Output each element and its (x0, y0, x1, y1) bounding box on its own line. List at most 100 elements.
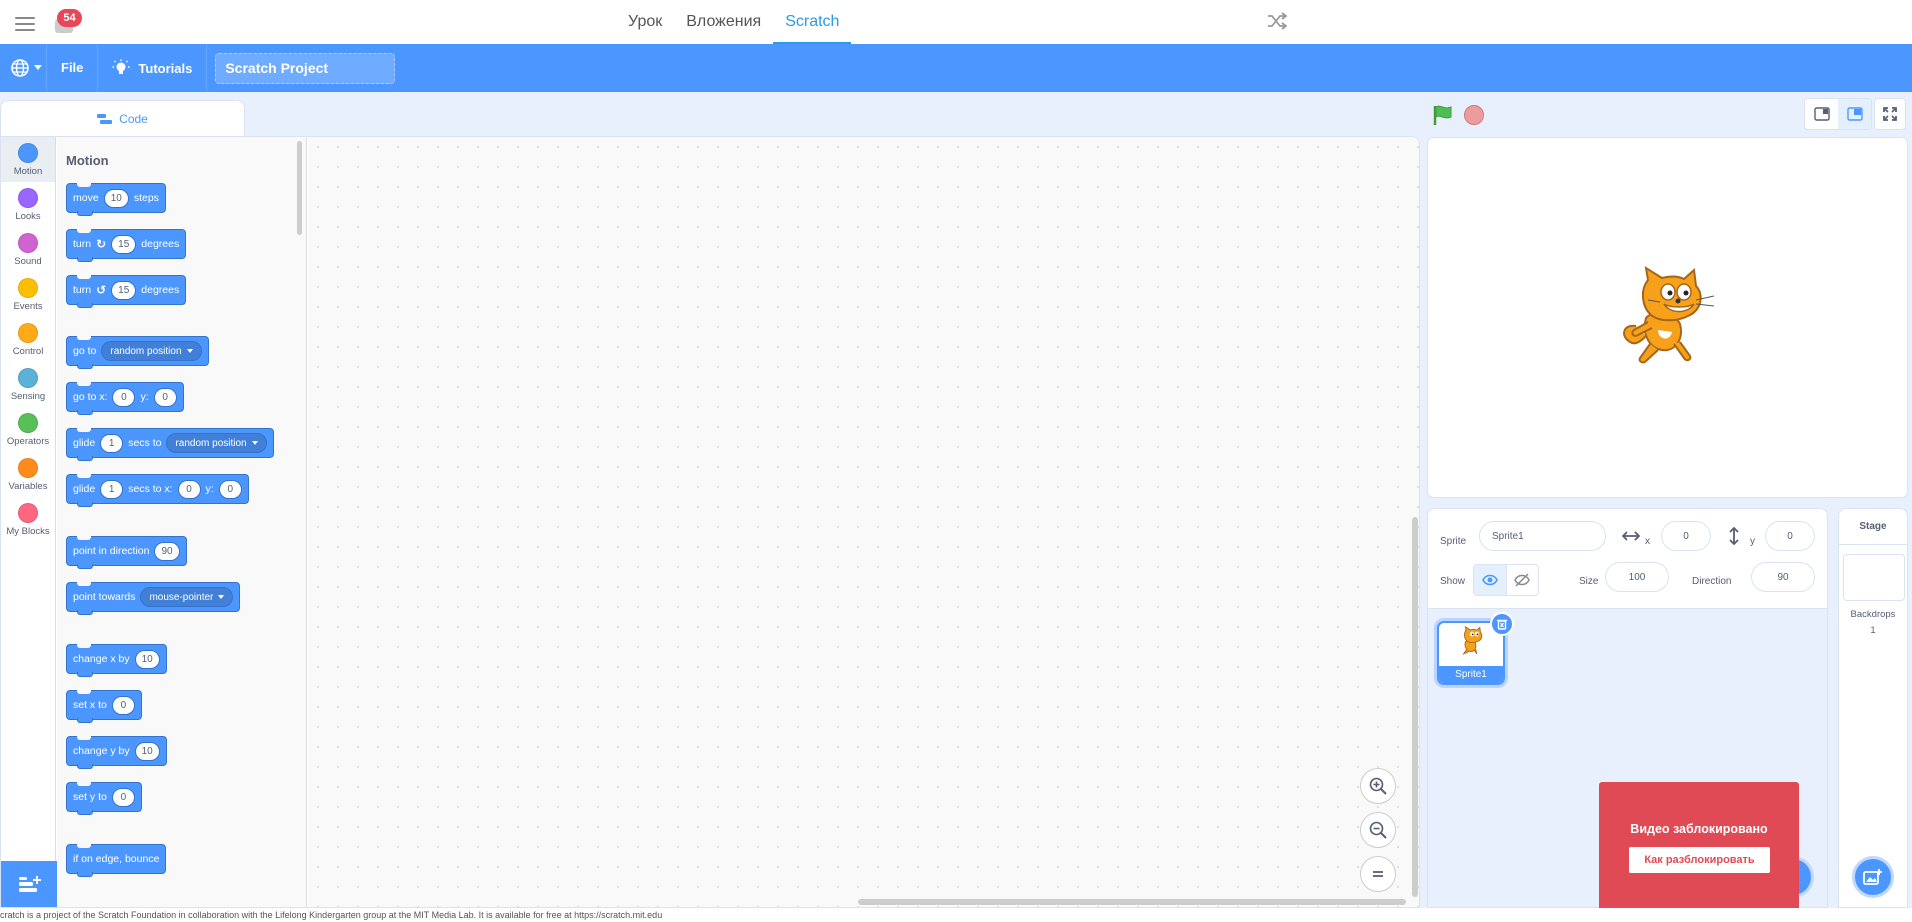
block-number-input[interactable]: 0 (111, 787, 135, 807)
stop-icon[interactable] (1464, 105, 1484, 125)
zoom-out-button[interactable] (1360, 812, 1396, 848)
category-control[interactable]: Control (1, 317, 55, 362)
chevron-down-icon (34, 65, 42, 70)
show-sprite-button[interactable] (1474, 565, 1506, 595)
block-move-steps[interactable]: move 10 steps (66, 183, 166, 216)
file-menu[interactable]: File (47, 44, 97, 92)
scratch-menubar: File Tutorials (0, 44, 1912, 92)
category-sensing[interactable]: Sensing (1, 362, 55, 407)
sprite-thumbnail-label: Sprite1 (1439, 666, 1503, 683)
add-extension-button[interactable] (1, 861, 58, 907)
block-dropdown[interactable]: random position (101, 341, 202, 361)
block-text: steps (133, 192, 159, 204)
block-number-input[interactable]: 0 (218, 479, 242, 499)
block-change-x[interactable]: change x by 10 (66, 644, 167, 677)
category-label: Looks (15, 210, 41, 222)
fullscreen-button[interactable] (1874, 98, 1906, 130)
tab-attachments[interactable]: Вложения (674, 0, 773, 44)
block-point-in-direction[interactable]: point in direction 90 (66, 536, 187, 569)
block-number-input[interactable]: 10 (103, 188, 129, 208)
block-text: change x by (73, 653, 130, 665)
category-my-blocks[interactable]: My Blocks (1, 497, 55, 542)
block-set-x[interactable]: set x to 0 (66, 690, 142, 723)
category-events[interactable]: Events (1, 272, 55, 317)
zoom-out-icon (1369, 821, 1387, 839)
block-go-to-xy[interactable]: go to x: 0 y: 0 (66, 382, 184, 415)
zoom-reset-button[interactable] (1360, 856, 1396, 892)
category-sound[interactable]: Sound (1, 227, 55, 272)
dropdown-arrow-icon (218, 595, 225, 599)
menu-icon[interactable] (15, 17, 35, 31)
category-label: Events (13, 300, 43, 312)
sprite-info-panel: Sprite Sprite1 x 0 y 0 Show Size 100 Dir… (1428, 509, 1827, 609)
sprite-name-label: Sprite (1440, 536, 1467, 547)
block-dropdown[interactable]: mouse-pointer (140, 587, 234, 607)
shuffle-icon[interactable] (1267, 12, 1287, 30)
script-workspace[interactable] (308, 137, 1419, 907)
tutorials-button[interactable]: Tutorials (98, 44, 206, 92)
category-variables[interactable]: Variables (1, 452, 55, 497)
block-point-towards[interactable]: point towards mouse-pointer (66, 582, 241, 615)
site-tabs: Урок Вложения Scratch (616, 0, 852, 44)
tab-scratch[interactable]: Scratch (773, 0, 852, 44)
tab-code[interactable]: Code (0, 100, 245, 136)
block-number-input[interactable]: 0 (153, 387, 177, 407)
block-glide-xy[interactable]: glide 1 secs to x: 0 y: 0 (66, 474, 249, 507)
stage-size-toggle (1804, 98, 1872, 130)
y-position-input[interactable]: 0 (1765, 521, 1815, 551)
block-dropdown[interactable]: random position (166, 433, 267, 453)
block-number-input[interactable]: 15 (111, 234, 137, 254)
small-stage-button[interactable] (1805, 99, 1838, 129)
project-title-input[interactable] (215, 52, 396, 84)
add-backdrop-button[interactable] (1852, 856, 1894, 898)
delete-sprite-button[interactable] (1490, 612, 1514, 636)
size-input[interactable]: 100 (1605, 562, 1669, 592)
block-turn-left[interactable]: turn ↺ 15 degrees (66, 275, 187, 308)
large-stage-button[interactable] (1838, 99, 1871, 129)
dropdown-arrow-icon (186, 349, 193, 353)
palette-scrollbar[interactable] (297, 141, 302, 235)
block-text: turn (73, 238, 92, 250)
block-number-input[interactable]: 0 (177, 479, 201, 499)
category-looks[interactable]: Looks (1, 182, 55, 227)
category-label: Motion (13, 165, 43, 177)
hide-sprite-button[interactable] (1505, 565, 1538, 595)
block-number-input[interactable]: 1 (100, 433, 124, 453)
sprite-name-input[interactable]: Sprite1 (1479, 521, 1606, 551)
block-number-input[interactable]: 90 (154, 541, 180, 561)
tab-lesson[interactable]: Урок (616, 0, 674, 44)
variables-dot-icon (18, 457, 38, 478)
eye-icon (1482, 574, 1498, 586)
category-operators[interactable]: Operators (1, 407, 55, 452)
category-motion[interactable]: Motion (1, 137, 55, 182)
stage-thumbnail[interactable] (1843, 554, 1905, 601)
editor-area: Code Motion Looks Sound Events Control S… (0, 92, 1912, 914)
block-number-input[interactable]: 0 (112, 387, 136, 407)
stage-selector[interactable]: Stage Backdrops 1 (1838, 508, 1908, 908)
block-number-input[interactable]: 10 (134, 741, 160, 761)
green-flag-icon[interactable] (1432, 104, 1454, 126)
block-turn-right[interactable]: turn ↻ 15 degrees (66, 229, 187, 262)
block-glide-to[interactable]: glide 1 secs to random position (66, 428, 274, 461)
block-number-input[interactable]: 15 (111, 280, 137, 300)
unblock-button[interactable]: Как разблокировать (1629, 847, 1770, 873)
block-change-y[interactable]: change y by 10 (66, 736, 167, 769)
block-text: degrees (141, 284, 180, 296)
stage-canvas[interactable] (1427, 137, 1908, 498)
block-if-on-edge-bounce[interactable]: if on edge, bounce (66, 844, 167, 877)
workspace-horizontal-scrollbar[interactable] (858, 899, 1406, 905)
zoom-in-button[interactable] (1360, 768, 1396, 804)
direction-input[interactable]: 90 (1751, 562, 1815, 592)
block-number-input[interactable]: 10 (134, 649, 160, 669)
block-number-input[interactable]: 1 (100, 479, 124, 499)
notification-badge[interactable]: 54 (57, 9, 82, 27)
looks-dot-icon (18, 187, 38, 208)
block-number-input[interactable]: 0 (111, 695, 135, 715)
language-menu[interactable] (6, 44, 46, 92)
direction-label: Direction (1692, 576, 1732, 587)
workspace-vertical-scrollbar[interactable] (1412, 517, 1418, 897)
block-go-to[interactable]: go to random position (66, 336, 209, 369)
block-set-y[interactable]: set y to 0 (66, 782, 142, 815)
block-text: turn (73, 284, 92, 296)
x-position-input[interactable]: 0 (1661, 521, 1711, 551)
